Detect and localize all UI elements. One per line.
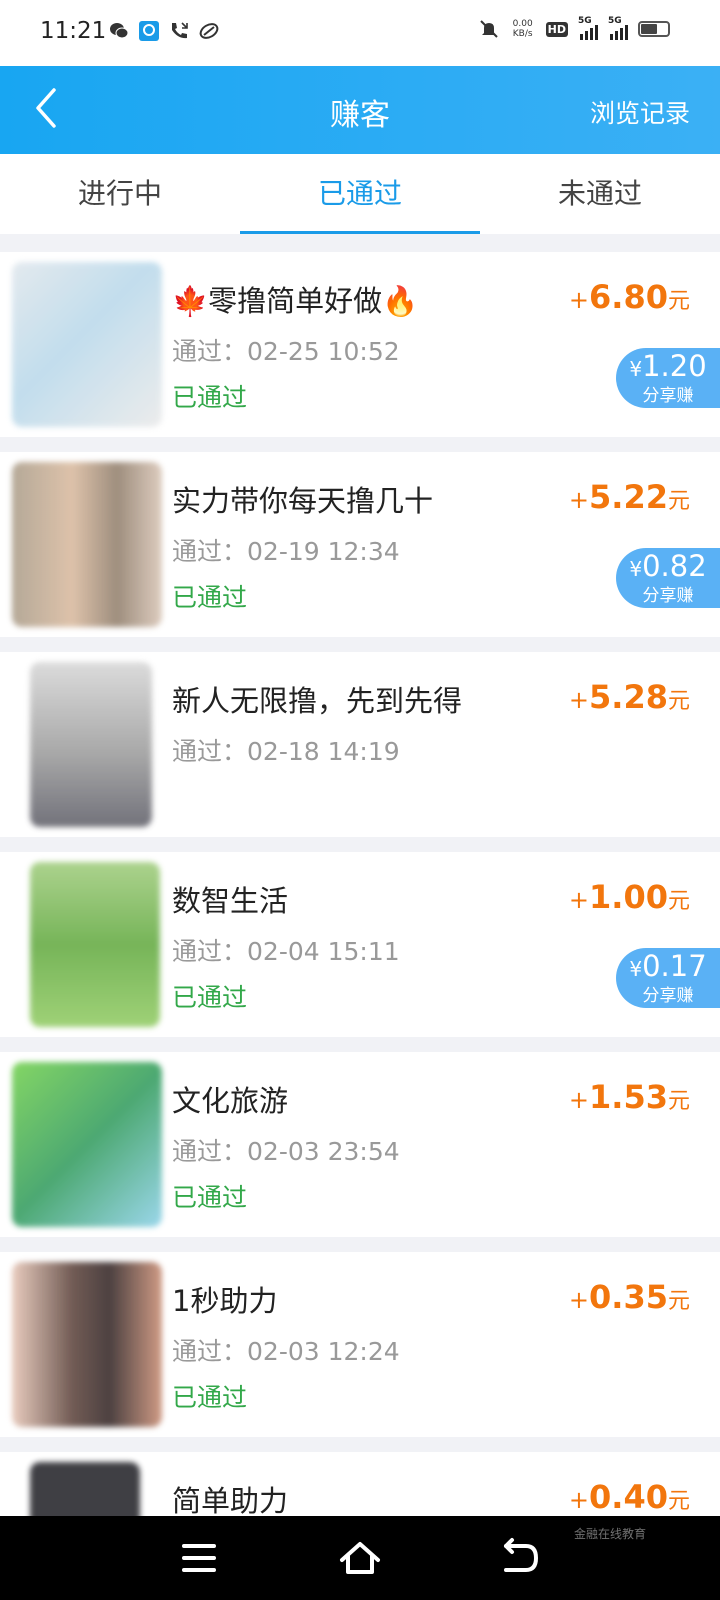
task-reward: +5.28元: [568, 678, 690, 716]
task-title: 简单助力: [172, 1484, 289, 1518]
app-header: 赚客 浏览记录: [0, 66, 720, 154]
tab-in-progress[interactable]: 进行中: [0, 154, 240, 234]
task-card[interactable]: 🍁零撸简单好做🔥 通过：02-25 10:52 已通过 +6.80元 ¥1.20…: [0, 252, 720, 437]
browse-history-link[interactable]: 浏览记录: [590, 94, 690, 130]
net-speed: 0.00 KB/s: [510, 19, 536, 39]
sim1-label: 5G: [578, 16, 592, 26]
task-passed-time: 通过：02-18 14:19: [172, 737, 400, 766]
hd-badge: HD: [545, 21, 568, 37]
task-passed-time: 通过：02-03 23:54: [172, 1137, 400, 1166]
sim2-label: 5G: [608, 16, 622, 26]
share-earn-badge[interactable]: ¥0.82 分享赚: [616, 548, 720, 608]
task-card[interactable]: 1秒助力 通过：02-03 12:24 已通过 +0.35元: [0, 1252, 720, 1437]
status-right-icons: 0.00 KB/s HD 5G 5G: [478, 16, 670, 40]
back-nav-icon[interactable]: [496, 1536, 544, 1580]
task-title: 🍁零撸简单好做🔥: [172, 284, 419, 318]
net-speed-unit: KB/s: [512, 29, 533, 39]
task-thumbnail: [30, 662, 152, 827]
net-speed-value: 0.00: [512, 19, 533, 29]
task-status: 已通过: [172, 1383, 248, 1412]
wechat-icon: [110, 23, 129, 39]
task-card[interactable]: 新人无限撸，先到先得 通过：02-18 14:19 +5.28元: [0, 652, 720, 837]
missed-call-icon: [172, 22, 188, 39]
task-card[interactable]: 文化旅游 通过：02-03 23:54 已通过 +1.53元: [0, 1052, 720, 1237]
task-passed-time: 通过：02-03 12:24: [172, 1337, 400, 1366]
share-earn-badge[interactable]: ¥1.20 分享赚: [616, 348, 720, 408]
menu-icon[interactable]: [176, 1536, 224, 1580]
task-title: 数智生活: [172, 884, 289, 918]
task-title: 新人无限撸，先到先得: [172, 684, 463, 718]
status-bar: 11:21 0.00 KB/s HD 5G 5G: [0, 0, 720, 66]
signal-icon: 5G: [578, 16, 598, 40]
watermark: 金融在线教育: [573, 1527, 646, 1541]
task-card[interactable]: 实力带你每天撸几十 通过：02-19 12:34 已通过 +5.22元 ¥0.8…: [0, 452, 720, 637]
task-title: 实力带你每天撸几十: [172, 484, 434, 518]
task-reward: +0.35元: [568, 1278, 690, 1316]
share-earn-badge[interactable]: ¥0.17 分享赚: [616, 948, 720, 1008]
task-passed-time: 通过：02-19 12:34: [172, 537, 400, 566]
mute-icon: [479, 20, 498, 38]
battery-icon: [638, 21, 670, 37]
task-reward: +0.40元: [568, 1478, 690, 1516]
task-reward: +1.53元: [568, 1078, 690, 1116]
tab-bar: 进行中 已通过 未通过: [0, 154, 720, 234]
task-reward: +5.22元: [568, 478, 690, 516]
status-left-icons: [108, 20, 220, 42]
home-icon[interactable]: [336, 1536, 384, 1580]
sync-icon: [199, 23, 219, 39]
task-passed-time: 通过：02-04 15:11: [172, 937, 400, 966]
back-icon[interactable]: [26, 84, 78, 136]
task-passed-time: 通过：02-25 10:52: [172, 337, 400, 366]
task-reward: +1.00元: [568, 878, 690, 916]
task-status: 已通过: [172, 383, 248, 412]
task-thumbnail: [12, 1262, 162, 1427]
status-time: 11:21: [40, 18, 107, 44]
task-status: 已通过: [172, 1183, 248, 1212]
task-card[interactable]: 数智生活 通过：02-04 15:11 已通过 +1.00元 ¥0.17 分享赚: [0, 852, 720, 1037]
task-title: 文化旅游: [172, 1084, 289, 1118]
tab-passed[interactable]: 已通过: [240, 154, 480, 234]
task-thumbnail: [12, 462, 162, 627]
task-status: 已通过: [172, 583, 248, 612]
task-thumbnail: [30, 862, 160, 1027]
tab-rejected[interactable]: 未通过: [480, 154, 720, 234]
signal-icon-2: 5G: [608, 16, 628, 40]
task-thumbnail: [12, 1062, 162, 1227]
task-reward: +6.80元: [568, 278, 690, 316]
task-title: 1秒助力: [172, 1284, 278, 1318]
task-thumbnail: [12, 262, 162, 427]
task-status: 已通过: [172, 983, 248, 1012]
app-notification-icon: [139, 21, 159, 41]
